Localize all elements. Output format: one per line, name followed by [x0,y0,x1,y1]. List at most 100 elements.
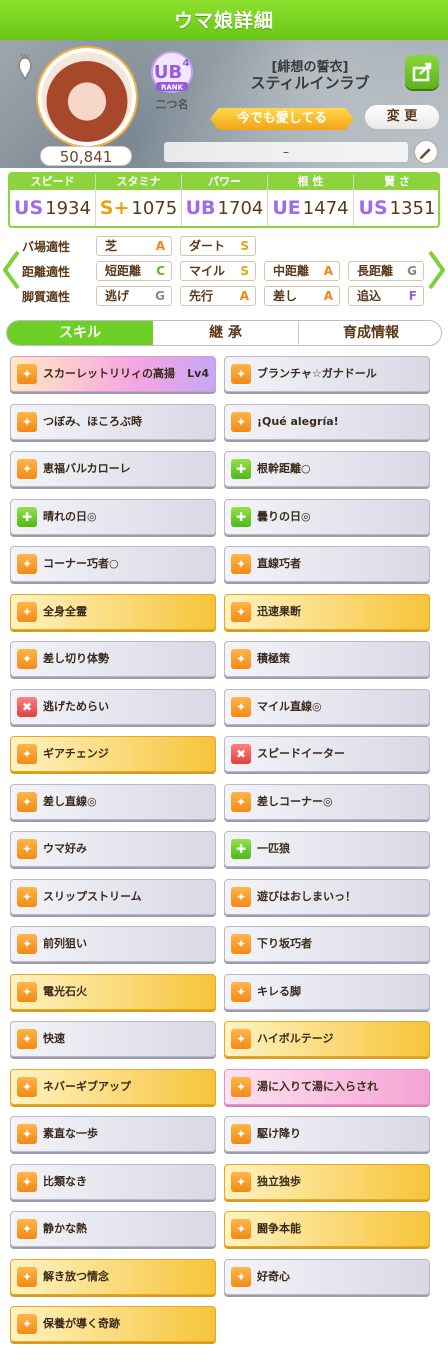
skill-icon: ✦ [231,696,251,717]
aptitude-pill: ダート S [180,236,256,256]
skill-card[interactable]: ✦ 比類なき [10,1163,216,1200]
skill-card[interactable]: ✦ ウマ好み [10,831,216,867]
skill-card[interactable]: ✦ ブランチャ☆ガナドール [224,356,430,392]
skill-icon: ✦ [231,1029,251,1049]
character-portrait[interactable] [38,48,136,146]
skill-card[interactable]: ✦ 迅速果断 [224,593,430,630]
change-button[interactable]: 変 更 [364,104,440,130]
aptitude-pill: 長距離 G [348,261,424,281]
skill-name: ブランチャ☆ガナドール [257,367,377,380]
skill-card[interactable]: ✦ 独立独歩 [224,1163,430,1200]
skill-card[interactable]: ✦ 快速 [10,1021,216,1057]
skill-card[interactable]: ✦ 保養が導く奇跡 [10,1306,216,1342]
skill-card[interactable]: ✦ 素直な一歩 [10,1116,216,1152]
stat-value: 1934 [45,197,91,219]
skill-icon: ✦ [17,459,37,479]
tab-inheritance[interactable]: 継 承 [153,321,299,345]
skill-card[interactable]: ✦ ¡Qué alegría! [224,403,430,440]
skill-icon: ✦ [17,1076,37,1097]
skill-name: 下り坂巧者 [257,937,312,950]
skill-card[interactable]: ✦ スリップストリーム [10,878,216,915]
skill-card[interactable]: ✦ 解き放つ情念 [10,1258,216,1295]
skill-name: スリップストリーム [43,889,142,903]
skill-card[interactable]: ✦ ネバーギブアップ [10,1068,216,1105]
skill-card[interactable]: ✦ 駆け降り [224,1116,430,1152]
skill-name: 闘争本能 [257,1222,301,1235]
skill-card[interactable]: ✦ スカーレットリリィの高揚 Lv4 [10,356,216,392]
skill-card[interactable]: ✦ 恵福バルカローレ [10,451,216,487]
skill-card[interactable]: ✚ 晴れの日◎ [10,498,216,535]
skill-card[interactable]: ✦ 電光石火 [10,973,216,1010]
skill-icon: ✦ [231,1266,251,1287]
skill-card[interactable]: ✦ 闘争本能 [224,1211,430,1247]
skill-card[interactable]: ✦ ギアチェンジ [10,736,216,772]
skill-card[interactable]: ✦ 全身全霊 [10,593,216,630]
skill-icon: ✖ [17,696,37,717]
skill-name: 静かな熱 [43,1222,87,1235]
skill-card[interactable]: ✚ 根幹距離○ [224,451,430,487]
carrot-icon[interactable] [14,54,36,80]
stat-label: パワー [182,174,267,190]
stat-grade: UE [272,197,301,219]
skill-card[interactable]: ✦ 積極策 [224,641,430,677]
skill-card[interactable]: ✦ 遊びはおしまいっ！ [224,878,430,915]
skill-icon: ✦ [231,791,251,812]
stat-label: 賢 さ [354,174,440,190]
skill-icon: ✦ [17,1266,37,1287]
rank-badge[interactable]: UB 4 RANK [150,50,194,94]
skill-card[interactable]: ✖ スピードイーター [224,736,430,772]
stat-value: 1075 [131,197,178,219]
tab-skills[interactable]: スキル [7,321,153,345]
skill-card[interactable]: ✦ 差し切り体勢 [10,641,216,677]
skill-icon: ✦ [17,411,37,432]
skill-name: マイル直線◎ [257,699,322,713]
skill-card[interactable]: ✦ ハイボルテージ [224,1021,430,1057]
skill-name: ネバーギブアップ [43,1079,131,1093]
share-button[interactable] [405,55,439,89]
skill-card[interactable]: ✦ コーナー巧者○ [10,546,216,582]
edit-button[interactable] [414,140,438,164]
stat-label: スタミナ [96,174,181,190]
skill-name: 全身全霊 [43,604,87,618]
prev-arrow-icon[interactable] [2,250,20,290]
svg-text:RANK: RANK [161,84,184,92]
aptitude-name: マイル [189,264,226,278]
skill-name: ギアチェンジ [43,747,109,760]
aptitude-grade: G [407,264,417,278]
aptitude-grade: A [323,264,333,278]
skill-icon: ✦ [17,649,37,669]
skill-card[interactable]: ✦ 下り坂巧者 [224,926,430,962]
skill-icon: ✦ [231,1171,251,1192]
skill-card[interactable]: ✦ 前列狙い [10,926,216,962]
skill-card[interactable]: ✦ 差しコーナー◎ [224,783,430,820]
skill-card[interactable]: ✦ 差し直線◎ [10,783,216,820]
stat-guts: 根 性 UE 1474 [268,174,354,226]
rank-nickname: 二つ名 [155,98,189,111]
skill-name: ウマ好み [43,842,87,855]
skill-card[interactable]: ✦ キレる脚 [224,973,430,1010]
skill-card[interactable]: ✚ 曇りの日◎ [224,498,430,535]
aptitude-distance-label: 距離適性 [22,265,71,279]
skill-name: 曇りの日◎ [257,509,311,523]
skill-card[interactable]: ✦ 静かな熱 [10,1211,216,1247]
skill-icon: ✚ [231,506,251,527]
aptitude-grade: F [408,289,417,303]
skill-icon: ✦ [231,411,251,432]
skill-name: 逃げためらい [43,699,109,713]
skill-card[interactable]: ✦ 好奇心 [224,1258,430,1295]
skill-icon: ✦ [17,839,37,859]
skill-card[interactable]: ✦ 直線巧者 [224,546,430,582]
aptitude-grade: G [155,289,165,303]
skill-card[interactable]: ✚ 一匹狼 [224,831,430,867]
next-arrow-icon[interactable] [428,250,446,290]
skill-card[interactable]: ✦ 湯に入りて湯に入らされ [224,1068,430,1105]
skill-card[interactable]: ✖ 逃げためらい [10,688,216,725]
skill-card[interactable]: ✦ つぼみ、ほころぶ時 [10,403,216,440]
aptitude-pill: 芝A [96,236,172,256]
skill-name: スカーレットリリィの高揚 [43,367,175,380]
motto-banner: 今でも愛してる [210,108,354,130]
skill-name: 晴れの日◎ [43,509,97,523]
skill-card[interactable]: ✦ マイル直線◎ [224,688,430,725]
tab-training-info[interactable]: 育成情報 [299,321,441,345]
aptitude-name: 短距離 [105,264,142,278]
